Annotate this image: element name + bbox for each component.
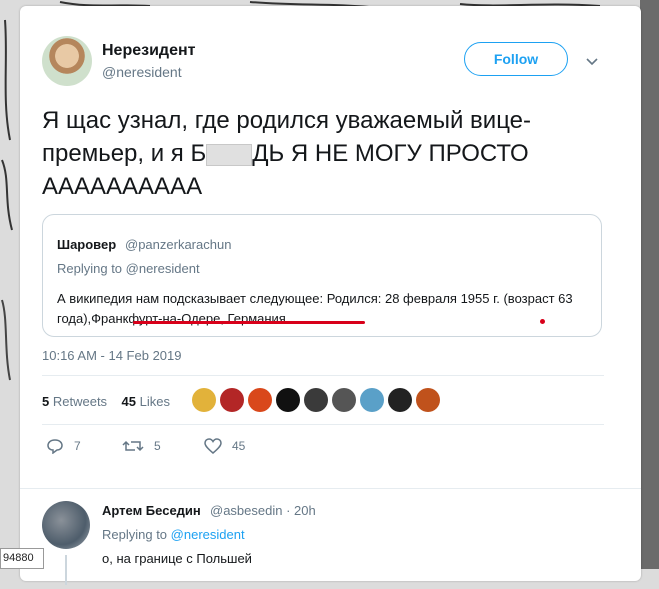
liker-avatar[interactable] (304, 388, 328, 412)
quote-author-name: Шаровер (57, 237, 117, 252)
reply-action[interactable]: 7 (46, 438, 81, 454)
reply-author-avatar[interactable] (42, 501, 90, 549)
reply-count: 7 (74, 439, 81, 453)
follow-button[interactable]: Follow (464, 42, 568, 76)
quoted-tweet[interactable]: Шаровер @panzerkarachun Replying to @ner… (42, 214, 602, 337)
divider (42, 375, 604, 376)
liker-avatar[interactable] (220, 388, 244, 412)
red-underline-annotation (133, 321, 365, 324)
thread-line (65, 555, 67, 585)
author-avatar[interactable] (42, 36, 92, 86)
retweets-stat[interactable]: 5 Retweets (42, 394, 107, 409)
red-dot-annotation (540, 319, 545, 324)
liker-avatar[interactable] (416, 388, 440, 412)
retweets-label: Retweets (52, 394, 108, 409)
heart-icon (204, 438, 222, 454)
liker-avatar[interactable] (388, 388, 412, 412)
likers-avatars (192, 388, 440, 412)
tweet-stats: 5 Retweets 45 Likes (42, 394, 170, 409)
tweet-text: Я щас узнал, где родился уважаемый вице-… (42, 104, 602, 203)
reply-text: о, на границе с Польшей (102, 551, 252, 566)
liker-avatar[interactable] (248, 388, 272, 412)
liker-avatar[interactable] (360, 388, 384, 412)
reply-tweet[interactable]: Артем Беседин @asbesedin · 20h Replying … (20, 488, 641, 589)
tweet-card: Нерезидент @neresident Follow Я щас узна… (20, 6, 641, 585)
like-count: 45 (232, 439, 246, 453)
retweets-count: 5 (42, 394, 50, 409)
quote-author-handle: @panzerkarachun (125, 237, 232, 252)
divider (42, 424, 604, 425)
reply-author-handle-time[interactable]: @asbesedin · 20h (210, 503, 316, 518)
tweet-timestamp[interactable]: 10:16 AM - 14 Feb 2019 (42, 348, 181, 363)
author-name[interactable]: Нерезидент (102, 42, 195, 60)
reply-icon (47, 439, 63, 454)
liker-avatar[interactable] (192, 388, 216, 412)
replying-to-prefix: Replying to (102, 527, 171, 542)
liker-avatar[interactable] (276, 388, 300, 412)
author-handle[interactable]: @neresident (102, 64, 182, 80)
likes-count: 45 (121, 394, 136, 409)
replying-to-handle[interactable]: @neresident (171, 527, 245, 542)
quote-replying-to: Replying to @neresident (57, 261, 200, 276)
liker-avatar[interactable] (332, 388, 356, 412)
reply-replying-to: Replying to @neresident (102, 527, 245, 542)
reply-author-name[interactable]: Артем Беседин (102, 503, 201, 518)
retweet-action[interactable]: 5 (122, 438, 161, 454)
chevron-down-icon[interactable] (586, 56, 598, 68)
like-action[interactable]: 45 (204, 438, 245, 454)
likes-label: Likes (139, 394, 170, 409)
retweet-count: 5 (154, 439, 161, 453)
censor-box (206, 143, 253, 166)
view-counter: 94880 (0, 548, 44, 569)
right-dark-panel (640, 0, 659, 569)
likes-stat[interactable]: 45 Likes (122, 394, 170, 409)
retweet-icon (122, 440, 144, 452)
